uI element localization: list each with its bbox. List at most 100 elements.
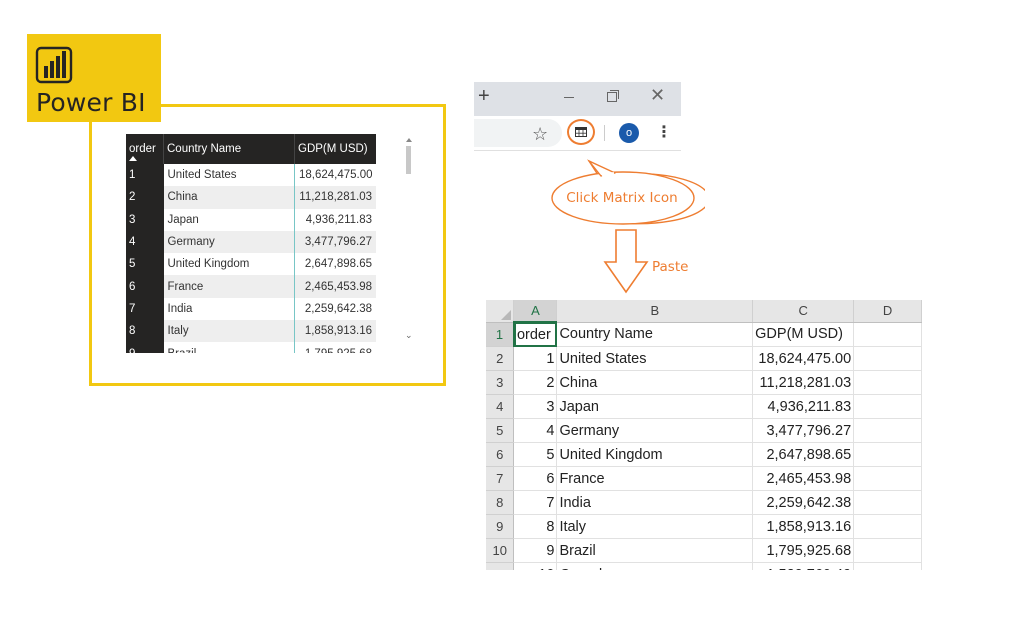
cell-b[interactable]: India bbox=[556, 490, 754, 515]
pbi-cell-gdp: 1,858,913.16 bbox=[294, 320, 376, 343]
cell-c[interactable]: 11,218,281.03 bbox=[752, 370, 855, 395]
close-icon[interactable]: ✕ bbox=[650, 85, 665, 106]
restore-icon[interactable] bbox=[607, 90, 619, 102]
cell-c[interactable]: 2,647,898.65 bbox=[752, 442, 855, 467]
pbi-cell-country: China bbox=[163, 186, 295, 209]
excel-row: 9 8 Italy 1,858,913.16 bbox=[486, 514, 922, 539]
scroll-up-icon[interactable] bbox=[406, 138, 412, 142]
cell-b[interactable]: China bbox=[556, 370, 754, 395]
pbi-table-row[interactable]: 4 Germany 3,477,796.27 bbox=[126, 230, 376, 254]
cell-c[interactable]: 1,529,760.49 bbox=[752, 562, 855, 570]
cell-b[interactable]: United States bbox=[556, 346, 754, 371]
row-header[interactable]: 5 bbox=[486, 418, 515, 443]
pbi-table-row[interactable]: 1 United States 18,624,475.00 bbox=[126, 164, 376, 187]
pbi-header-order[interactable]: order bbox=[126, 134, 164, 164]
cell-d[interactable] bbox=[853, 394, 922, 419]
cell-a[interactable]: 6 bbox=[513, 466, 558, 491]
cell-a[interactable]: order bbox=[513, 322, 558, 347]
cell-d[interactable] bbox=[853, 466, 922, 491]
cell-c[interactable]: 1,858,913.16 bbox=[752, 514, 855, 539]
pbi-cell-gdp: 2,465,453.98 bbox=[294, 275, 376, 298]
cell-c[interactable]: 1,795,925.68 bbox=[752, 538, 855, 563]
pbi-table-row[interactable]: 2 China 11,218,281.03 bbox=[126, 186, 376, 209]
cell-a[interactable]: 8 bbox=[513, 514, 558, 539]
pbi-table-row[interactable]: 5 United Kingdom 2,647,898.65 bbox=[126, 253, 376, 276]
row-header[interactable]: 9 bbox=[486, 514, 515, 539]
pbi-cell-order: 8 bbox=[126, 320, 164, 343]
powerbi-scrollbar[interactable]: ⌄ bbox=[405, 134, 413, 346]
column-header-b[interactable]: B bbox=[556, 300, 754, 323]
excel-sheet[interactable]: A B C D 1 order Country Name GDP(M USD) 2 1 Un… bbox=[486, 300, 922, 570]
cell-d[interactable] bbox=[853, 346, 922, 371]
cell-d[interactable] bbox=[853, 514, 922, 539]
scroll-down-icon[interactable]: ⌄ bbox=[405, 330, 413, 341]
cell-a[interactable]: 9 bbox=[513, 538, 558, 563]
pbi-table-row[interactable]: 3 Japan 4,936,211.83 bbox=[126, 208, 376, 231]
callout-text: Click Matrix Icon bbox=[566, 190, 678, 206]
pbi-table-row[interactable]: 8 Italy 1,858,913.16 bbox=[126, 320, 376, 343]
paste-label: Paste bbox=[652, 259, 689, 275]
matrix-extension-button[interactable] bbox=[567, 119, 595, 145]
cell-a[interactable]: 3 bbox=[513, 394, 558, 419]
pbi-table-row[interactable]: 7 India 2,259,642.38 bbox=[126, 297, 376, 321]
pbi-cell-country: India bbox=[167, 302, 193, 315]
cell-b[interactable]: Germany bbox=[556, 418, 754, 443]
cell-d[interactable] bbox=[853, 490, 922, 515]
cell-d[interactable] bbox=[853, 370, 922, 395]
cell-c[interactable]: 2,259,642.38 bbox=[752, 490, 855, 515]
cell-b[interactable]: Japan bbox=[556, 394, 754, 419]
cell-c[interactable]: 2,465,453.98 bbox=[752, 466, 855, 491]
pbi-cell-order: 9 bbox=[126, 342, 164, 353]
cell-b[interactable]: France bbox=[556, 466, 754, 491]
excel-row: 4 3 Japan 4,936,211.83 bbox=[486, 394, 922, 419]
address-bar[interactable]: ☆ bbox=[474, 119, 562, 147]
cell-b[interactable]: Italy bbox=[556, 514, 754, 539]
cell-d[interactable] bbox=[853, 562, 922, 570]
cell-a[interactable]: 1 bbox=[513, 346, 558, 371]
row-header[interactable]: 3 bbox=[486, 370, 515, 395]
powerbi-badge: Power BI bbox=[27, 34, 161, 122]
row-header[interactable]: 1 bbox=[486, 322, 515, 347]
pbi-header-country[interactable]: Country Name bbox=[163, 134, 295, 164]
cell-d[interactable] bbox=[853, 442, 922, 467]
cell-a[interactable]: 2 bbox=[513, 370, 558, 395]
column-header-c[interactable]: C bbox=[752, 300, 855, 323]
cell-c[interactable]: GDP(M USD) bbox=[752, 322, 855, 347]
cell-d[interactable] bbox=[853, 418, 922, 443]
cell-b[interactable]: Canada bbox=[556, 562, 754, 570]
cell-a[interactable]: 10 bbox=[513, 562, 558, 570]
row-header[interactable]: 2 bbox=[486, 346, 515, 371]
row-header[interactable]: 4 bbox=[486, 394, 515, 419]
bookmark-star-icon[interactable]: ☆ bbox=[532, 124, 548, 145]
profile-avatar[interactable]: o bbox=[619, 123, 639, 143]
powerbi-table[interactable]: order Country Name GDP(M USD) 1 United St… bbox=[126, 134, 376, 353]
pbi-cell-country: Japan bbox=[167, 213, 199, 226]
cell-a[interactable]: 5 bbox=[513, 442, 558, 467]
cell-a[interactable]: 7 bbox=[513, 490, 558, 515]
cell-c[interactable]: 18,624,475.00 bbox=[752, 346, 855, 371]
cell-c[interactable]: 3,477,796.27 bbox=[752, 418, 855, 443]
scroll-thumb[interactable] bbox=[406, 146, 411, 174]
cell-d[interactable] bbox=[853, 538, 922, 563]
cell-b[interactable]: United Kingdom bbox=[556, 442, 754, 467]
row-header[interactable]: 10 bbox=[486, 538, 515, 563]
row-header[interactable]: 11 bbox=[486, 562, 515, 570]
cell-b[interactable]: Country Name bbox=[556, 322, 754, 347]
cell-b[interactable]: Brazil bbox=[556, 538, 754, 563]
cell-c[interactable]: 4,936,211.83 bbox=[752, 394, 855, 419]
pbi-cell-order: 5 bbox=[126, 253, 164, 276]
new-tab-button[interactable]: + bbox=[478, 85, 490, 108]
column-header-a[interactable]: A bbox=[513, 300, 558, 323]
column-header-d[interactable]: D bbox=[853, 300, 922, 323]
cell-d[interactable] bbox=[853, 322, 922, 347]
minimize-icon[interactable] bbox=[564, 97, 574, 98]
cell-a[interactable]: 4 bbox=[513, 418, 558, 443]
pbi-table-row[interactable]: 6 France 2,465,453.98 bbox=[126, 275, 376, 298]
pbi-table-row[interactable]: 9Brazil1,795,925.68 bbox=[126, 342, 376, 353]
row-header[interactable]: 8 bbox=[486, 490, 515, 515]
select-all-corner[interactable] bbox=[486, 300, 515, 323]
menu-icon[interactable]: ⋮ bbox=[656, 122, 672, 142]
pbi-header-gdp[interactable]: GDP(M USD) bbox=[294, 134, 376, 164]
row-header[interactable]: 6 bbox=[486, 442, 515, 467]
row-header[interactable]: 7 bbox=[486, 466, 515, 491]
